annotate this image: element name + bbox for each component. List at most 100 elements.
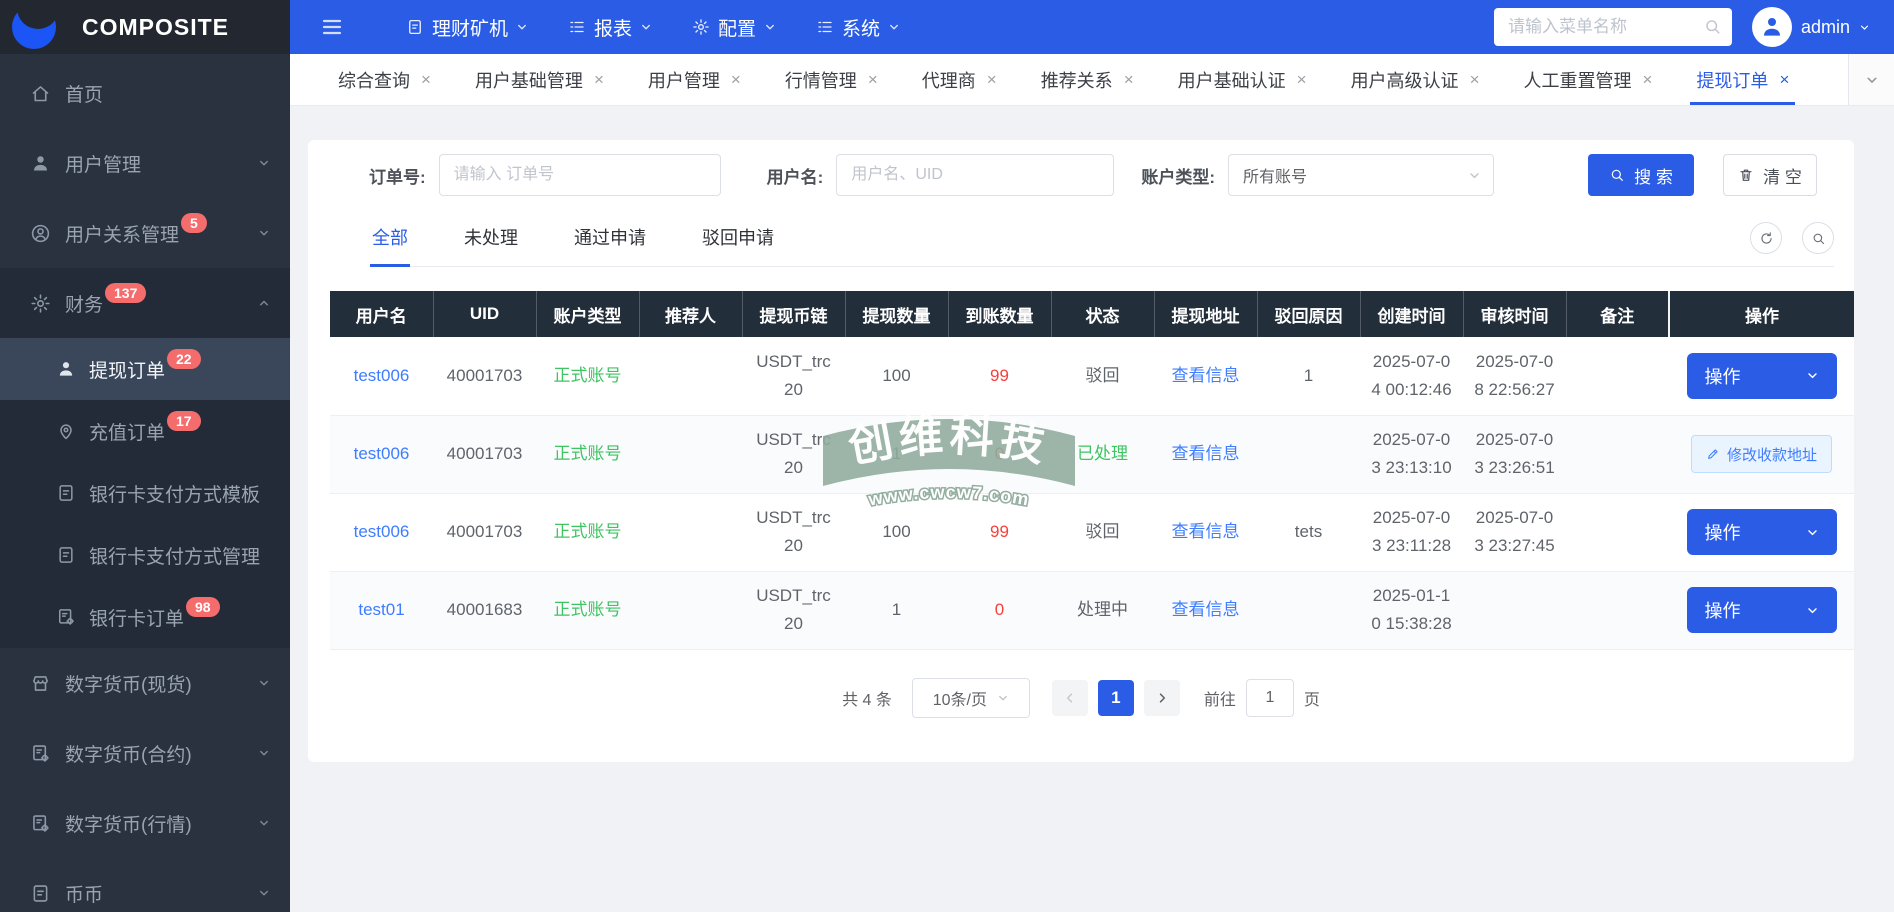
tab-用户高级认证[interactable]: 用户高级认证×	[1329, 54, 1502, 105]
search-button[interactable]: 搜 索	[1588, 154, 1694, 196]
sidebar-item-用户管理[interactable]: 用户管理	[0, 128, 290, 198]
cell-created-time-value: 2025-07-04 00:12:46	[1371, 352, 1451, 399]
tab-用户基础认证[interactable]: 用户基础认证×	[1156, 54, 1329, 105]
close-icon[interactable]: ×	[594, 70, 604, 90]
cell-amount: 100	[845, 337, 948, 415]
nav-menu-报表[interactable]: 报表	[548, 0, 672, 54]
nav-menu-系统[interactable]: 系统	[796, 0, 920, 54]
refresh-icon[interactable]	[1750, 222, 1782, 254]
cell-chain-value: USDT_trc20	[756, 352, 831, 399]
col-header-创建时间: 创建时间	[1360, 291, 1463, 337]
doc-gear-icon	[30, 743, 51, 764]
cell-uid-value: 40001703	[447, 366, 523, 385]
close-icon[interactable]: ×	[421, 70, 431, 90]
cell-chain-value: USDT_trc20	[756, 508, 831, 555]
tab-提现订单[interactable]: 提现订单×	[1674, 54, 1811, 105]
page-size-select[interactable]: 10条/页	[912, 678, 1030, 718]
row-action-dropdown-button[interactable]: 操作	[1687, 353, 1837, 399]
user-menu[interactable]: admin	[1752, 7, 1870, 47]
edit-payout-address-button[interactable]: 修改收款地址	[1691, 435, 1832, 473]
hamburger-menu-icon[interactable]	[320, 15, 344, 39]
tabbar-overflow-chevron-icon[interactable]	[1848, 54, 1894, 105]
row-action-dropdown-button[interactable]: 操作	[1687, 587, 1837, 633]
tab-推荐关系[interactable]: 推荐关系×	[1019, 54, 1156, 105]
nav-menu-理财矿机[interactable]: 理财矿机	[386, 0, 548, 54]
menu-search-input[interactable]	[1494, 8, 1732, 46]
tab-用户管理[interactable]: 用户管理×	[626, 54, 763, 105]
cell-address-link: 查看信息	[1154, 493, 1257, 571]
close-icon[interactable]: ×	[731, 70, 741, 90]
chevron-down-icon	[258, 817, 270, 829]
cell-username-value[interactable]: test006	[354, 444, 410, 463]
nav-menu-配置[interactable]: 配置	[672, 0, 796, 54]
subtab-全部[interactable]: 全部	[370, 224, 410, 266]
close-icon[interactable]: ×	[1779, 70, 1789, 90]
prev-page-button[interactable]	[1052, 680, 1088, 716]
tab-人工重置管理[interactable]: 人工重置管理×	[1502, 54, 1675, 105]
sidebar-item-银行卡订单[interactable]: 银行卡订单98	[0, 586, 290, 648]
cell-address-link-value[interactable]: 查看信息	[1172, 366, 1240, 385]
cell-amount: 1	[845, 415, 948, 493]
cell-username-value[interactable]: test006	[354, 366, 410, 385]
sidebar-item-label: 银行卡支付方式管理	[89, 542, 260, 569]
nav-menu-label: 报表	[594, 14, 632, 41]
sidebar-item-银行卡支付方式模板[interactable]: 银行卡支付方式模板	[0, 462, 290, 524]
cell-username-value[interactable]: test01	[358, 600, 404, 619]
sidebar-item-充值订单[interactable]: 充值订单17	[0, 400, 290, 462]
subtab-未处理[interactable]: 未处理	[462, 224, 520, 266]
search-icon[interactable]	[1703, 17, 1722, 36]
username-input[interactable]	[836, 154, 1114, 196]
cell-account-type: 正式账号	[536, 493, 639, 571]
cell-reject-reason: tets	[1257, 493, 1360, 571]
account-type-label: 账户类型:	[1141, 163, 1215, 188]
close-icon[interactable]: ×	[1470, 70, 1480, 90]
cell-uid: 40001683	[433, 571, 536, 649]
app-root: COMPOSITE 理财矿机报表配置系统 admin 综合查询×用户基础管理×用…	[0, 0, 1894, 912]
sidebar-item-数字货币(现货)[interactable]: 数字货币(现货)	[0, 648, 290, 718]
cell-reject-reason	[1257, 571, 1360, 649]
cell-status-value: 处理中	[1077, 600, 1128, 619]
close-icon[interactable]: ×	[1643, 70, 1653, 90]
close-icon[interactable]: ×	[868, 70, 878, 90]
doc-icon	[406, 18, 424, 36]
close-icon[interactable]: ×	[1124, 70, 1134, 90]
sidebar-item-数字货币(合约)[interactable]: 数字货币(合约)	[0, 718, 290, 788]
close-icon[interactable]: ×	[987, 70, 997, 90]
cell-created-time-value: 2025-01-10 15:38:28	[1371, 586, 1451, 633]
subtab-驳回申请[interactable]: 驳回申请	[700, 224, 776, 266]
sidebar-item-财务[interactable]: 财务137	[0, 268, 290, 338]
pagination: 共 4 条 10条/页 1 前往 页	[308, 678, 1854, 718]
cell-address-link-value[interactable]: 查看信息	[1172, 600, 1240, 619]
cell-address-link-value[interactable]: 查看信息	[1172, 522, 1240, 541]
page-number-1[interactable]: 1	[1098, 680, 1134, 716]
sidebar-item-数字货币(行情)[interactable]: 数字货币(行情)	[0, 788, 290, 858]
sidebar-item-提现订单[interactable]: 提现订单22	[0, 338, 290, 400]
order-no-input[interactable]	[439, 154, 721, 196]
trash-icon	[1738, 167, 1754, 183]
account-type-select[interactable]: 所有账号	[1228, 154, 1494, 196]
search-icon[interactable]	[1802, 222, 1834, 254]
next-page-button[interactable]	[1144, 680, 1180, 716]
close-icon[interactable]: ×	[1297, 70, 1307, 90]
table-header-row: 用户名UID账户类型推荐人提现币链提现数量到账数量状态提现地址驳回原因创建时间审…	[330, 291, 1854, 337]
sidebar-item-首页[interactable]: 首页	[0, 58, 290, 128]
goto-page-input[interactable]	[1246, 679, 1294, 717]
cell-address-link-value[interactable]: 查看信息	[1172, 444, 1240, 463]
clear-button[interactable]: 清 空	[1723, 154, 1817, 196]
sidebar-item-用户关系管理[interactable]: 用户关系管理5	[0, 198, 290, 268]
cell-status: 处理中	[1051, 571, 1154, 649]
tab-代理商[interactable]: 代理商×	[900, 54, 1019, 105]
sidebar-item-币币[interactable]: 币币	[0, 858, 290, 912]
cell-reject-reason: 1	[1257, 337, 1360, 415]
status-subtabs: 全部 未处理 通过申请 驳回申请	[370, 222, 1834, 267]
cell-username-value[interactable]: test006	[354, 522, 410, 541]
row-action-dropdown-button[interactable]: 操作	[1687, 509, 1837, 555]
tab-行情管理[interactable]: 行情管理×	[763, 54, 900, 105]
cell-chain-value: USDT_trc20	[756, 430, 831, 477]
tab-用户基础管理[interactable]: 用户基础管理×	[453, 54, 626, 105]
cell-account-type: 正式账号	[536, 337, 639, 415]
edit-payout-address-label: 修改收款地址	[1727, 444, 1817, 465]
sidebar-item-银行卡支付方式管理[interactable]: 银行卡支付方式管理	[0, 524, 290, 586]
subtab-通过申请[interactable]: 通过申请	[572, 224, 648, 266]
tab-综合查询[interactable]: 综合查询×	[316, 54, 453, 105]
